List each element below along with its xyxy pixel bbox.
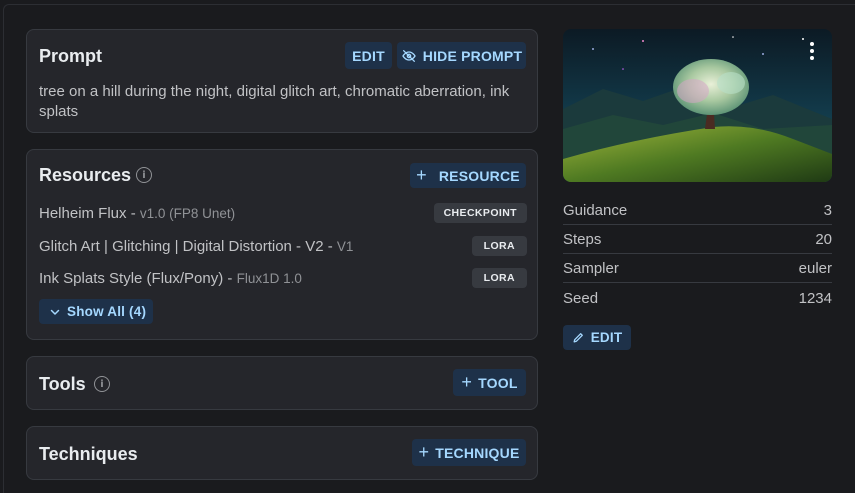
add-tool-button[interactable]: + TOOL: [453, 369, 526, 396]
tools-title: Tools: [39, 374, 86, 394]
pencil-icon: [573, 333, 583, 343]
stat-row-guidance: Guidance 3: [563, 196, 832, 225]
stat-value: euler: [798, 260, 832, 277]
stat-value: 20: [815, 231, 832, 248]
prompt-text: tree on a hill during the night, digital…: [39, 83, 510, 120]
add-technique-label: TECHNIQUE: [435, 444, 520, 461]
add-tool-label: TOOL: [478, 374, 518, 391]
resource-type-badge: LORA: [471, 268, 527, 288]
add-resource-label: RESOURCE: [438, 167, 520, 184]
add-technique-button[interactable]: + TECHNIQUE: [412, 439, 526, 466]
resource-type-badge: CHECKPOINT: [433, 203, 527, 223]
hide-prompt-button[interactable]: HIDE PROMPT: [397, 42, 526, 69]
eye-off-icon: [402, 49, 416, 62]
resource-name: Helheim Flux: [39, 205, 127, 222]
more-options-icon[interactable]: [810, 42, 814, 60]
resource-name: Glitch Art | Glitching | Digital Distort…: [39, 238, 324, 255]
prompt-title: Prompt: [39, 46, 102, 66]
resources-card: Resources i + RESOURCE Helheim Flux - v1…: [26, 149, 538, 340]
stat-value: 1234: [798, 290, 832, 307]
stat-row-sampler: Sampler euler: [563, 254, 832, 283]
resource-version: v1.0 (FP8 Unet): [139, 206, 236, 221]
add-resource-button[interactable]: + RESOURCE: [410, 163, 526, 188]
show-all-button[interactable]: Show All (4): [39, 299, 153, 324]
tools-card: Tools i + TOOL: [26, 356, 538, 410]
tree-on-hill-image: [563, 29, 832, 182]
stat-row-seed: Seed 1234: [563, 284, 832, 313]
edit-prompt-label: EDIT: [352, 47, 385, 64]
info-icon[interactable]: i: [136, 167, 152, 183]
stat-label: Seed: [563, 290, 599, 307]
resource-version: Flux1D 1.0: [236, 271, 302, 286]
resource-row[interactable]: Glitch Art | Glitching | Digital Distort…: [39, 236, 527, 258]
plus-icon: +: [416, 165, 427, 185]
stat-label: Steps: [563, 231, 602, 248]
resource-type-badge: LORA: [471, 236, 527, 256]
edit-prompt-button[interactable]: EDIT: [345, 42, 392, 69]
stat-value: 3: [823, 202, 832, 219]
plus-icon: +: [461, 372, 473, 392]
stat-row-steps: Steps 20: [563, 225, 832, 254]
resource-name: Ink Splats Style (Flux/Pony): [39, 270, 224, 287]
resource-version: V1: [336, 239, 354, 254]
stat-label: Sampler: [563, 260, 619, 277]
resource-row[interactable]: Helheim Flux - v1.0 (FP8 Unet) CHECKPOIN…: [39, 203, 527, 225]
generated-image[interactable]: [563, 29, 832, 182]
stat-label: Guidance: [563, 202, 628, 219]
resource-row[interactable]: Ink Splats Style (Flux/Pony) - Flux1D 1.…: [39, 268, 527, 290]
hide-prompt-label: HIDE PROMPT: [422, 47, 523, 64]
show-all-label: Show All (4): [67, 304, 147, 319]
chevron-down-icon: [50, 309, 60, 315]
edit-generation-label: EDIT: [590, 330, 623, 345]
plus-icon: +: [418, 442, 430, 462]
info-icon[interactable]: i: [94, 376, 110, 392]
resources-title: Resources: [39, 165, 132, 185]
techniques-card: Techniques + TECHNIQUE: [26, 426, 538, 480]
techniques-title: Techniques: [39, 444, 138, 464]
prompt-card: Prompt EDIT HIDE PROMPT tree on a hill d…: [26, 29, 538, 133]
edit-generation-button[interactable]: EDIT: [563, 325, 631, 350]
